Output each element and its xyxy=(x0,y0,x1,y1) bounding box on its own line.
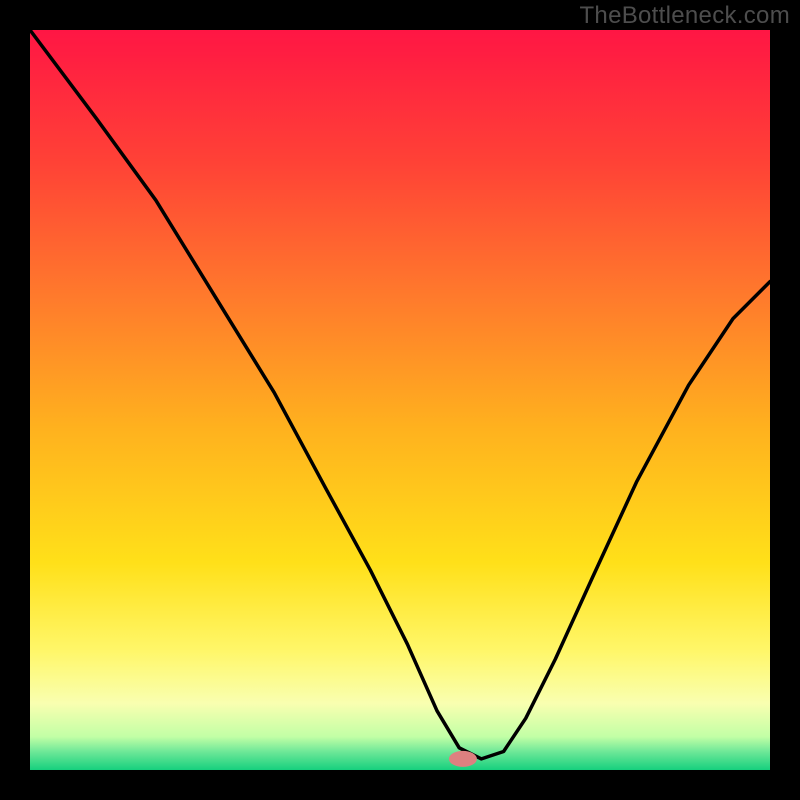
chart-container: TheBottleneck.com xyxy=(0,0,800,800)
plot-area xyxy=(30,30,770,770)
gradient-background xyxy=(30,30,770,770)
chart-svg xyxy=(30,30,770,770)
optimal-marker xyxy=(449,751,477,767)
watermark-text: TheBottleneck.com xyxy=(579,2,790,30)
